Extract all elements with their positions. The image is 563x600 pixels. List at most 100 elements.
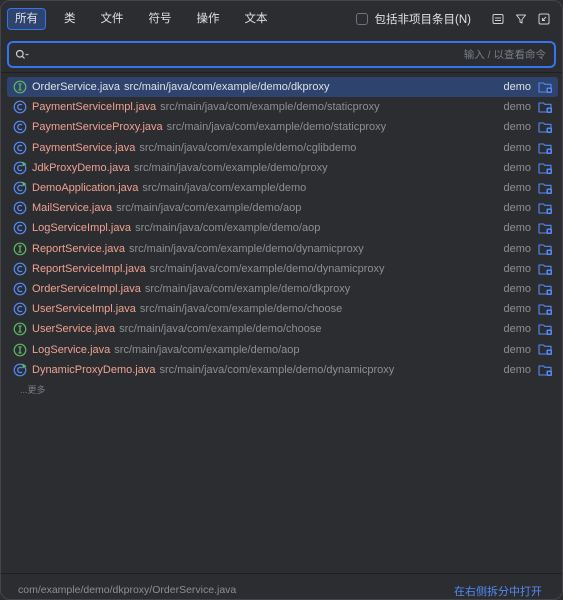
result-module: demo — [503, 222, 531, 235]
result-module: demo — [503, 81, 531, 94]
result-path: src/main/java/com/example/demo/aop — [135, 222, 321, 235]
filter-icon[interactable] — [513, 11, 529, 27]
result-path: src/main/java/com/example/demo/staticpro… — [160, 101, 380, 114]
result-path: src/main/java/com/example/demo/choose — [139, 303, 343, 316]
search-hint: 输入 / 以查看命令 — [463, 49, 546, 61]
result-module: demo — [503, 182, 531, 195]
module-folder-icon — [538, 120, 553, 134]
result-path: src/main/java/com/example/demo/choose — [119, 323, 322, 336]
module-folder-icon — [538, 221, 553, 235]
result-row[interactable]: OrderService.java src/main/java/com/examp… — [7, 77, 558, 98]
result-filename: PaymentService.java — [32, 141, 136, 154]
result-filename: MailService.java — [32, 202, 113, 215]
result-row[interactable]: LogService.java src/main/java/com/example… — [7, 339, 558, 359]
result-filename: ReportServiceImpl.java — [32, 262, 146, 275]
class-icon — [13, 201, 27, 215]
class-icon — [13, 221, 27, 235]
module-folder-icon — [538, 262, 553, 276]
result-module: demo — [503, 282, 531, 295]
result-row[interactable]: MailService.java src/main/java/com/exampl… — [7, 198, 558, 218]
interface-icon — [13, 343, 27, 357]
result-module: demo — [503, 303, 531, 316]
result-module: demo — [503, 101, 531, 114]
tab-text[interactable]: 文本 — [238, 8, 275, 30]
class-icon — [13, 282, 27, 296]
result-path: src/main/java/com/example/demo/aop — [114, 343, 300, 356]
result-row[interactable]: PaymentServiceProxy.java src/main/java/co… — [7, 117, 558, 137]
result-filename: PaymentServiceProxy.java — [32, 121, 163, 134]
result-filename: LogServiceImpl.java — [32, 222, 132, 235]
result-module: demo — [503, 363, 531, 376]
more-results-link[interactable]: ...更多 — [20, 383, 46, 396]
module-folder-icon — [538, 80, 553, 94]
result-path: src/main/java/com/example/demo/dynamicpr… — [149, 262, 385, 275]
search-field[interactable]: 输入 / 以查看命令 — [7, 41, 556, 68]
result-row[interactable]: UserServiceImpl.java src/main/java/com/ex… — [7, 299, 558, 319]
class-icon — [13, 262, 27, 276]
header-toolbar: 包括非项目条目(N) — [355, 1, 552, 37]
result-row[interactable]: LogServiceImpl.java src/main/java/com/exa… — [7, 218, 558, 238]
result-module: demo — [503, 242, 531, 255]
tab-actions[interactable]: 操作 — [190, 8, 227, 30]
module-folder-icon — [538, 181, 553, 195]
preview-panel-icon[interactable] — [490, 11, 506, 27]
open-in-tool-window-icon[interactable] — [536, 11, 552, 27]
tab-symbols[interactable]: 符号 — [142, 8, 179, 30]
result-row[interactable]: ReportServiceImpl.java src/main/java/com/… — [7, 259, 558, 279]
result-filename: UserService.java — [32, 323, 116, 336]
module-folder-icon — [538, 302, 553, 316]
result-module: demo — [503, 121, 531, 134]
include-non-project-checkbox[interactable] — [355, 13, 368, 25]
result-path: src/main/java/com/example/demo/dynamicpr… — [128, 242, 364, 255]
result-row[interactable]: DynamicProxyDemo.java src/main/java/com/e… — [7, 360, 558, 380]
module-folder-icon — [538, 282, 553, 296]
module-folder-icon — [538, 161, 553, 175]
result-module: demo — [503, 343, 531, 356]
footer-divider — [1, 573, 562, 574]
result-path: src/main/java/com/example/demo/proxy — [133, 161, 328, 174]
result-path: src/main/java/com/example/demo/dkproxy — [144, 282, 351, 295]
class-icon — [13, 100, 27, 114]
result-module: demo — [503, 262, 531, 275]
tab-classes[interactable]: 类 — [57, 8, 83, 30]
result-filename: PaymentServiceImpl.java — [32, 101, 157, 114]
result-module: demo — [503, 202, 531, 215]
result-list: OrderService.java src/main/java/com/examp… — [7, 77, 558, 380]
result-row[interactable]: JdkProxyDemo.java src/main/java/com/examp… — [7, 158, 558, 178]
result-path: src/main/java/com/example/demo/cglibdemo — [139, 141, 357, 154]
search-everywhere-popup: 所有 类 文件 符号 操作 文本 包括非项目条目(N) 输入 / 以查看命令 O… — [0, 0, 563, 600]
result-row[interactable]: UserService.java src/main/java/com/exampl… — [7, 319, 558, 339]
result-filename: OrderServiceImpl.java — [32, 282, 141, 295]
result-row[interactable]: PaymentServiceImpl.java src/main/java/com… — [7, 97, 558, 117]
result-path: src/main/java/com/example/demo/staticpro… — [166, 121, 387, 134]
result-row[interactable]: ReportService.java src/main/java/com/exam… — [7, 239, 558, 259]
tab-all[interactable]: 所有 — [7, 8, 46, 30]
open-in-right-split-link[interactable]: 在右侧拆分中打开 — [454, 583, 542, 599]
include-non-project-label[interactable]: 包括非项目条目(N) — [375, 11, 471, 27]
result-filename: LogService.java — [32, 343, 111, 356]
interface-icon — [13, 80, 27, 94]
result-path: src/main/java/com/example/demo — [142, 182, 307, 195]
module-folder-icon — [538, 322, 553, 336]
module-folder-icon — [538, 201, 553, 215]
result-module: demo — [503, 161, 531, 174]
result-row[interactable]: DemoApplication.java src/main/java/com/ex… — [7, 178, 558, 198]
module-folder-icon — [538, 242, 553, 256]
module-folder-icon — [538, 141, 553, 155]
result-row[interactable]: PaymentService.java src/main/java/com/exa… — [7, 138, 558, 158]
search-icon — [15, 47, 31, 63]
interface-icon — [13, 322, 27, 336]
search-input[interactable] — [31, 48, 464, 61]
result-path: src/main/java/com/example/demo/dkproxy — [124, 81, 330, 94]
selected-file-path: com/example/demo/dkproxy/OrderService.ja… — [18, 584, 237, 596]
result-filename: DynamicProxyDemo.java — [32, 363, 156, 376]
result-path: src/main/java/com/example/demo/dynamicpr… — [159, 363, 395, 376]
class-icon — [13, 141, 27, 155]
result-module: demo — [503, 323, 531, 336]
interface-icon — [13, 242, 27, 256]
result-row[interactable]: OrderServiceImpl.java src/main/java/com/e… — [7, 279, 558, 299]
module-folder-icon — [538, 363, 553, 377]
result-filename: UserServiceImpl.java — [32, 303, 136, 316]
tab-files[interactable]: 文件 — [94, 8, 131, 30]
class-icon — [13, 302, 27, 316]
